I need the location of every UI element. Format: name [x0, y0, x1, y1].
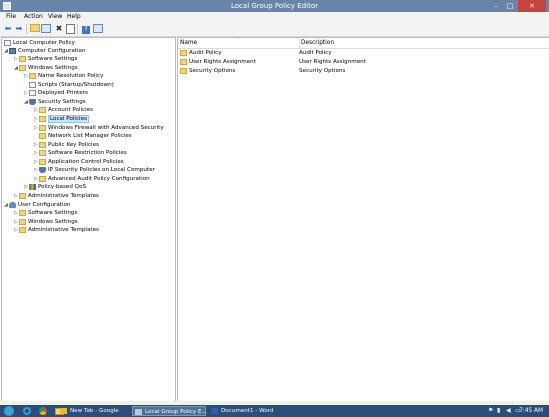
show-hide-tree-icon[interactable] — [41, 24, 51, 34]
word-task-icon — [211, 408, 218, 414]
window-title: Local Group Policy Editor — [231, 2, 318, 10]
row-name: User Rights Assignment — [180, 58, 256, 66]
folder-icon — [39, 159, 46, 165]
sort-indicator-icon: ^ — [236, 37, 241, 43]
maximize-button[interactable]: □ — [503, 0, 517, 12]
gpedit-task-icon — [135, 409, 142, 415]
row-description: Audit Policy — [299, 50, 332, 56]
volume-icon[interactable]: ◀ — [506, 406, 511, 416]
minimize-button[interactable]: – — [489, 0, 503, 12]
toolbar: ⬅ ➡ ✖ ? — [0, 22, 549, 37]
row-name: Security Options — [180, 67, 235, 75]
folder-icon — [180, 59, 187, 65]
list-row[interactable]: User Rights Assignment User Rights Assig… — [178, 58, 549, 66]
console-icon[interactable] — [93, 24, 103, 34]
folder-icon — [19, 227, 26, 233]
help-icon[interactable]: ? — [81, 24, 91, 34]
folder-icon — [19, 56, 26, 62]
tree-item-account-policies[interactable]: ▷ Account Policies — [34, 106, 93, 115]
column-header-description[interactable]: Description — [299, 38, 549, 48]
list-row[interactable]: Audit Policy Audit Policy — [178, 49, 549, 57]
folder-icon — [39, 150, 46, 156]
printer-icon — [29, 90, 36, 96]
tree-item-network-list-manager[interactable]: Network List Manager Policies — [34, 132, 132, 141]
folder-icon — [180, 50, 187, 56]
folder-icon — [39, 133, 46, 139]
flag-icon[interactable]: ⚑ — [488, 406, 493, 416]
menu-view[interactable]: View — [48, 12, 62, 22]
taskbar-task-word[interactable]: Document1 - Word — [209, 406, 281, 416]
tree-item-user-software-settings[interactable]: ▷ Software Settings — [14, 209, 77, 218]
folder-icon — [39, 116, 46, 122]
folder-icon — [19, 219, 26, 225]
qos-chart-icon — [29, 184, 36, 190]
chrome-icon[interactable] — [37, 406, 49, 416]
menu-action[interactable]: Action — [24, 12, 43, 22]
tree-item-administrative-templates[interactable]: ▷ Administrative Templates — [14, 192, 99, 201]
title-bar: Local Group Policy Editor – □ ✕ — [0, 0, 549, 12]
row-description: User Rights Assignment — [299, 59, 366, 65]
console-tree: Local Computer Policy ◢ Computer Configur… — [1, 37, 176, 402]
up-folder-icon[interactable] — [30, 24, 40, 34]
chrome-task-icon — [60, 408, 67, 414]
folder-icon — [39, 176, 46, 182]
internet-explorer-icon[interactable] — [21, 406, 33, 416]
back-arrow-icon[interactable]: ⬅ — [3, 24, 13, 34]
clock[interactable]: 7:45 AM — [519, 405, 543, 417]
tree-item-name-resolution-policy[interactable]: ▷ Name Resolution Policy — [24, 72, 103, 81]
delete-icon[interactable]: ✖ — [54, 24, 64, 34]
folder-icon — [29, 73, 36, 79]
toolbar-separator — [77, 24, 78, 34]
shield-icon — [29, 99, 36, 105]
taskbar: New Tab - Google Local Group Policy E...… — [0, 405, 549, 417]
folder-icon — [19, 210, 26, 216]
folder-icon — [180, 68, 187, 74]
policy-doc-icon — [4, 40, 11, 46]
list-row[interactable]: Security Options Security Options — [178, 67, 549, 75]
selected-label: Local Policies — [48, 115, 89, 123]
properties-icon[interactable] — [65, 24, 75, 34]
tree-item-software-settings[interactable]: ▷ Software Settings — [14, 55, 77, 64]
folder-icon — [39, 125, 46, 131]
folder-icon — [19, 193, 26, 199]
folder-icon — [39, 142, 46, 148]
row-description: Security Options — [299, 68, 346, 74]
menu-help[interactable]: Help — [67, 12, 81, 22]
network-icon[interactable]: ▮ — [497, 406, 500, 416]
ip-security-icon — [39, 167, 46, 173]
computer-icon — [9, 48, 16, 54]
folder-icon — [19, 65, 26, 71]
tree-item-software-restriction[interactable]: ▷ Software Restriction Policies — [34, 149, 127, 158]
tree-item-deployed-printers[interactable]: ▷ Deployed Printers — [24, 89, 88, 98]
tree-item-local-policies[interactable]: ▷ Local Policies — [34, 115, 89, 124]
script-icon — [29, 82, 36, 88]
row-name: Audit Policy — [180, 49, 222, 57]
menu-file[interactable]: File — [6, 12, 16, 22]
menu-bar: File Action View Help — [0, 12, 549, 22]
forward-arrow-icon[interactable]: ➡ — [14, 24, 24, 34]
close-button[interactable]: ✕ — [518, 0, 546, 12]
details-pane: Name ^ Description Audit Policy Audit Po… — [177, 37, 549, 402]
tree-item-policy-based-qos[interactable]: ▷ Policy-based QoS — [24, 183, 86, 192]
user-icon — [9, 202, 16, 208]
tree-item-ip-security[interactable]: ▷ IP Security Policies on Local Computer — [34, 166, 155, 175]
tree-item-user-administrative-templates[interactable]: ▷ Administrative Templates — [14, 226, 99, 235]
taskbar-task-chrome[interactable]: New Tab - Google — [58, 406, 128, 416]
folder-icon — [39, 107, 46, 113]
taskbar-task-gpedit[interactable]: Local Group Policy E... — [132, 406, 207, 416]
toolbar-separator — [26, 24, 27, 34]
start-button[interactable] — [4, 406, 14, 416]
